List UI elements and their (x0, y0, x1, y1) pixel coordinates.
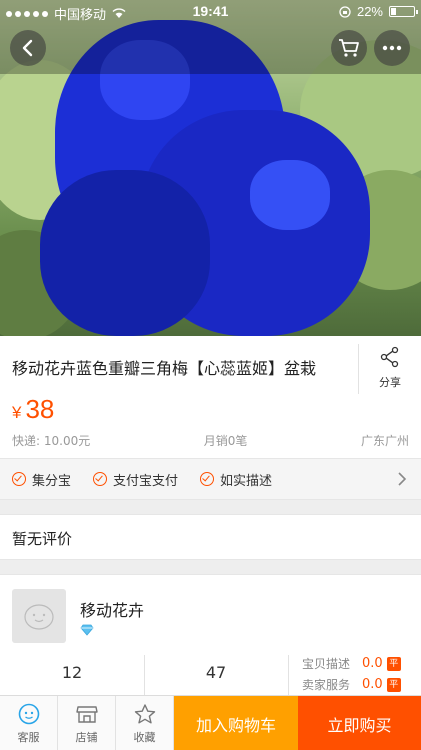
divider (288, 655, 289, 697)
battery-percent: 22% (356, 4, 383, 19)
share-icon (380, 346, 399, 368)
star-icon (134, 703, 155, 723)
monthly-sales: 月销0笔 (203, 434, 248, 448)
customer-service-label: 客服 (17, 730, 40, 744)
rating-label: 卖家服务 (302, 678, 351, 692)
check-circle-icon (12, 472, 26, 486)
store-label: 店铺 (75, 730, 98, 744)
service-item: 如实描述 (200, 470, 272, 489)
add-to-cart-button[interactable]: 加入购物车 (174, 696, 298, 750)
more-button[interactable] (374, 30, 410, 66)
flower-shape (40, 170, 210, 336)
currency-symbol: ¥ (12, 403, 22, 422)
service-item: 集分宝 (12, 470, 71, 489)
chevron-right-icon (398, 472, 407, 486)
chevron-left-icon (22, 39, 33, 57)
bottom-action-bar: 客服 店铺 收藏 加入购物车 立即购买 (0, 695, 421, 750)
rating-value: 0.0 (362, 656, 383, 671)
status-bar: 中国移动 19:41 22% (0, 0, 421, 24)
rating-row: 宝贝描述 0.0 平 (302, 655, 401, 672)
cart-icon (339, 39, 359, 57)
service-label: 如实描述 (220, 473, 273, 489)
reviews-section[interactable]: 暂无评价 (0, 514, 421, 560)
store-icon (75, 705, 98, 723)
check-circle-icon (93, 472, 108, 486)
rotation-lock-icon (339, 5, 351, 18)
location: 广东广州 (360, 434, 409, 448)
shop-section: 移动花卉 12 47 宝贝描述 0.0 平 卖家服务 0.0 平 (0, 574, 421, 697)
favorite-label: 收藏 (133, 730, 156, 744)
product-meta: 快递: 10.00元 月销0笔 广东广州 (12, 432, 409, 449)
price-value: 38 (25, 394, 55, 424)
service-row[interactable]: 集分宝 支付宝支付 如实描述 (0, 458, 421, 500)
service-item: 支付宝支付 (93, 470, 178, 489)
shop-stat: 12 (61, 663, 83, 682)
product-page: 中国移动 19:41 22% 移动花卉蓝色重瓣三角梅【心蕊蓝姬】盆栽 分享 ¥3… (0, 0, 421, 750)
check-circle-icon (200, 472, 215, 486)
service-label: 集分宝 (32, 473, 72, 489)
product-info: 移动花卉蓝色重瓣三角梅【心蕊蓝姬】盆栽 分享 ¥38 快递: 10.00元 月销… (0, 336, 421, 458)
price: ¥38 (12, 394, 54, 425)
rating-label: 宝贝描述 (302, 657, 351, 671)
shop-stat: 47 (205, 663, 227, 682)
favorite-button[interactable]: 收藏 (116, 696, 174, 750)
cart-button[interactable] (331, 30, 367, 66)
shipping-fee: 快递: 10.00元 (12, 434, 91, 448)
shop-avatar-icon (24, 604, 54, 630)
more-dots-icon (382, 45, 402, 51)
divider (144, 655, 145, 697)
diamond-icon (80, 624, 94, 636)
buy-now-button[interactable]: 立即购买 (298, 696, 421, 750)
flower-highlight (250, 160, 330, 230)
share-button[interactable]: 分享 (358, 344, 421, 394)
rating-tag: 平 (386, 677, 401, 692)
customer-service-button[interactable]: 客服 (0, 696, 58, 750)
reviews-label: 暂无评价 (12, 530, 73, 548)
service-label: 支付宝支付 (113, 473, 179, 489)
rating-value: 0.0 (362, 677, 383, 692)
share-label: 分享 (379, 376, 401, 389)
shop-logo[interactable] (12, 589, 66, 643)
store-button[interactable]: 店铺 (58, 696, 116, 750)
battery-icon (389, 6, 418, 17)
rating-tag: 平 (386, 656, 401, 671)
shop-name[interactable]: 移动花卉 (80, 597, 144, 621)
product-title: 移动花卉蓝色重瓣三角梅【心蕊蓝姬】盆栽 (12, 359, 317, 378)
customer-service-icon (18, 703, 39, 724)
rating-row: 卖家服务 0.0 平 (302, 676, 401, 693)
back-button[interactable] (10, 30, 46, 66)
